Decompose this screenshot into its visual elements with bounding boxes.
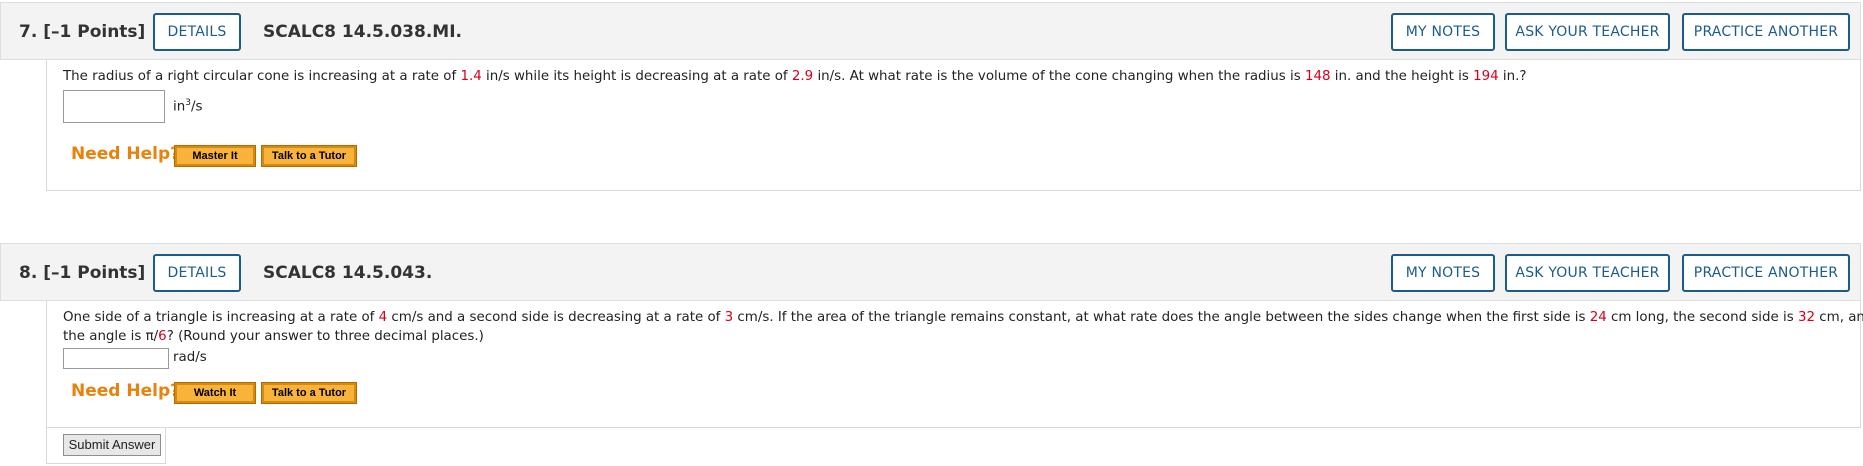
given-value: 3 <box>724 310 734 325</box>
given-value: 1.4 <box>460 69 482 84</box>
my-notes-button[interactable]: MY NOTES <box>1391 254 1495 292</box>
given-value: 2.9 <box>791 69 814 84</box>
ask-teacher-button[interactable]: ASK YOUR TEACHER <box>1505 13 1670 51</box>
answer-unit: in3/s <box>173 98 203 115</box>
question-code: SCALC8 14.5.043. <box>263 263 433 283</box>
question-number: 7. <box>19 22 38 42</box>
need-help-label: Need Help? <box>71 144 180 164</box>
details-button[interactable]: DETAILS <box>153 254 241 292</box>
given-value: 4 <box>378 310 388 325</box>
practice-another-button[interactable]: PRACTICE ANOTHER <box>1682 13 1850 51</box>
question-title: 8. [–1 Points] <box>19 244 145 302</box>
submit-answer-button[interactable]: Submit Answer <box>63 434 161 456</box>
question-title: 7. [–1 Points] <box>19 3 145 61</box>
given-value: 148 <box>1304 69 1331 84</box>
ask-teacher-button[interactable]: ASK YOUR TEACHER <box>1505 254 1670 292</box>
question-text: One side of a triangle is increasing at … <box>63 310 1863 325</box>
master-it-button[interactable]: Master It <box>174 145 256 167</box>
my-notes-button[interactable]: MY NOTES <box>1391 13 1495 51</box>
given-value: 6 <box>158 329 167 344</box>
question-number: 8. <box>19 263 38 283</box>
given-value: 194 <box>1473 69 1499 84</box>
question-body: One side of a triangle is increasing at … <box>46 301 1863 428</box>
question-text-line2: the angle is π/6? (Round your answer to … <box>63 329 484 344</box>
talk-to-tutor-button[interactable]: Talk to a Tutor <box>261 145 357 167</box>
practice-another-button[interactable]: PRACTICE ANOTHER <box>1682 254 1850 292</box>
question-header: 7. [–1 Points] DETAILS SCALC8 14.5.038.M… <box>0 2 1861 60</box>
question-text: The radius of a right circular cone is i… <box>63 69 1527 84</box>
points-label: [–1 Points] <box>43 22 146 42</box>
question-code: SCALC8 14.5.038.MI. <box>263 22 462 42</box>
need-help-label: Need Help? <box>71 381 180 401</box>
question-body: The radius of a right circular cone is i… <box>46 60 1861 191</box>
talk-to-tutor-button[interactable]: Talk to a Tutor <box>261 382 357 404</box>
answer-unit: rad/s <box>173 350 207 365</box>
watch-it-button[interactable]: Watch It <box>174 382 256 404</box>
question-header: 8. [–1 Points] DETAILS SCALC8 14.5.043. … <box>0 243 1861 301</box>
answer-input[interactable] <box>63 348 169 369</box>
details-button[interactable]: DETAILS <box>153 13 241 51</box>
answer-input[interactable] <box>63 90 165 123</box>
given-value: 24 <box>1589 310 1607 325</box>
given-value: 32 <box>1797 310 1816 325</box>
points-label: [–1 Points] <box>43 263 146 283</box>
submit-area: Submit Answer <box>46 428 166 464</box>
